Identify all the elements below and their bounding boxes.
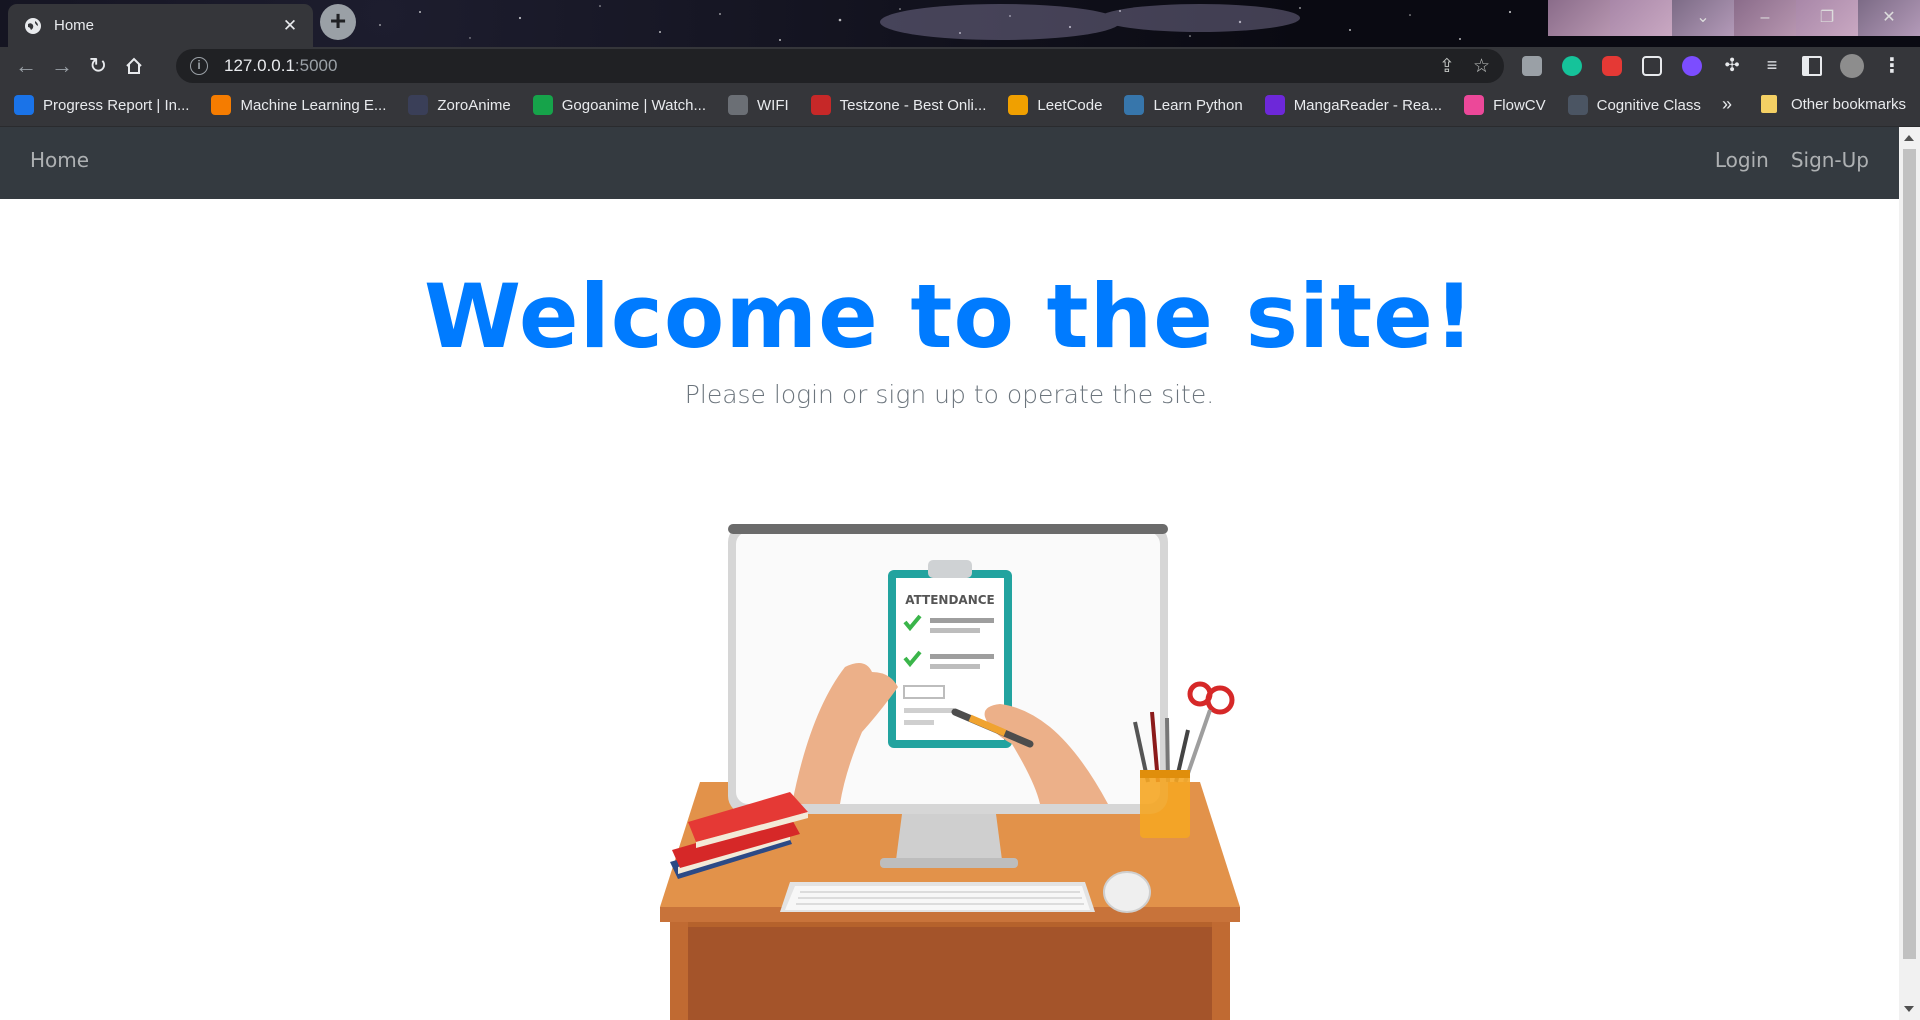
bookmark-label: FlowCV [1493, 96, 1546, 114]
close-window-icon[interactable]: ✕ [1858, 0, 1920, 36]
tab-strip: Home ✕ + ⌄ – ❐ ✕ [0, 0, 1920, 47]
nav-auth-links: Login Sign-Up [1715, 148, 1869, 172]
side-panel-icon[interactable] [1796, 50, 1828, 82]
bookmark-item[interactable]: Learn Python [1124, 95, 1243, 115]
bookmark-item[interactable]: Gogoanime | Watch... [532, 95, 706, 115]
home-icon[interactable] [116, 50, 152, 82]
bookmark-label: WIFI [757, 96, 789, 114]
url-port: :5000 [294, 56, 338, 75]
browser-toolbar: ← → ↻ i 127.0.0.1:5000 ⇪ ☆ ✣ ≡ ⋮ [0, 47, 1920, 84]
more-bookmarks-button[interactable]: » [1722, 94, 1732, 115]
minimize-icon[interactable]: – [1734, 0, 1796, 36]
close-tab-icon[interactable]: ✕ [279, 15, 301, 37]
picture-in-picture-icon[interactable] [1636, 50, 1668, 82]
page-viewport: Home Login Sign-Up Welcome to the site! … [0, 127, 1899, 1020]
nav-login-label: Login [1714, 148, 1769, 172]
tab-title: Home [54, 17, 95, 34]
bookmark-item[interactable]: Cognitive Class [1567, 95, 1701, 115]
cognitive-icon [1567, 95, 1588, 115]
bookmark-label: Testzone - Best Onli... [839, 96, 987, 114]
hero-title: Welcome to the site! [423, 265, 1476, 368]
hexagon-icon [211, 95, 232, 115]
bookmark-item[interactable]: MangaReader - Rea... [1264, 95, 1443, 115]
tab-search-icon[interactable]: ⌄ [1672, 0, 1734, 36]
other-bookmarks-label: Other bookmarks [1790, 95, 1906, 113]
bookmark-item[interactable]: FlowCV [1464, 95, 1546, 115]
folder-icon [1760, 95, 1777, 113]
other-bookmarks-button[interactable]: Other bookmarks [1760, 95, 1906, 113]
bookmark-item[interactable]: WIFI [728, 95, 789, 115]
manga-icon [1264, 95, 1285, 115]
new-tab-button[interactable]: + [320, 4, 356, 40]
bookmark-label: LeetCode [1037, 96, 1103, 114]
more-menu-icon[interactable]: ⋮ [1876, 50, 1908, 82]
block-extension-icon[interactable] [1676, 50, 1708, 82]
keyboard [780, 882, 1095, 912]
nav-home-link[interactable]: Home [30, 148, 89, 172]
bookmark-item[interactable]: ZoroAnime [408, 95, 511, 115]
bookmark-item[interactable]: Machine Learning E... [211, 95, 386, 115]
reload-icon[interactable]: ↻ [80, 50, 116, 82]
scroll-up-icon[interactable] [1904, 135, 1914, 141]
bookmark-item[interactable]: LeetCode [1008, 95, 1102, 115]
flowcv-icon [1464, 95, 1485, 115]
bookmark-label: Machine Learning E... [240, 96, 387, 114]
zoro-icon [408, 95, 429, 115]
profile-avatar-icon[interactable] [1836, 50, 1868, 82]
url-host: 127.0.0.1 [224, 56, 295, 75]
bug-icon [810, 95, 831, 115]
page-scrollbar[interactable] [1899, 127, 1920, 1020]
restore-icon[interactable]: ❐ [1796, 0, 1858, 36]
tv-icon [532, 95, 553, 115]
bookmark-label: MangaReader - Rea... [1293, 96, 1443, 114]
nav-login-link[interactable]: Login [1715, 148, 1769, 172]
is-icon [14, 95, 34, 115]
forward-icon[interactable]: → [44, 50, 80, 82]
bookmark-label: Learn Python [1153, 96, 1243, 114]
python-icon [1124, 95, 1145, 115]
bookmark-item[interactable]: Testzone - Best Onli... [810, 95, 987, 115]
bookmark-label: Cognitive Class [1596, 96, 1701, 114]
extensions-area: ✣ ≡ ⋮ [1516, 47, 1908, 84]
puzzle-icon[interactable]: ✣ [1716, 50, 1748, 82]
bookmark-label: ZoroAnime [437, 96, 511, 114]
share-icon[interactable]: ⇪ [1439, 55, 1455, 78]
address-bar[interactable]: i 127.0.0.1:5000 ⇪ ☆ [176, 49, 1504, 83]
bookmark-label: Progress Report | In... [43, 96, 190, 114]
extension-hand-icon[interactable] [1516, 50, 1548, 82]
site-info-icon[interactable]: i [190, 57, 208, 75]
globe-icon [728, 95, 748, 115]
window-controls: ⌄ – ❐ ✕ [1672, 0, 1920, 36]
scrollbar-thumb[interactable] [1903, 149, 1916, 959]
globe-icon [25, 17, 41, 34]
bookmark-star-icon[interactable]: ☆ [1473, 55, 1490, 78]
bookmark-label: Gogoanime | Watch... [561, 96, 706, 114]
back-icon[interactable]: ← [8, 50, 44, 82]
media-queue-icon[interactable]: ≡ [1756, 50, 1788, 82]
site-navbar: Home Login Sign-Up [0, 127, 1899, 199]
hero-subtitle: Please login or sign up to operate the s… [684, 380, 1215, 409]
scroll-down-icon[interactable] [1904, 1006, 1914, 1012]
bookmarks-bar: Progress Report | In... Machine Learning … [0, 84, 1920, 127]
attendance-heading: ATTENDANCE [905, 593, 995, 607]
leetcode-icon [1008, 95, 1029, 115]
bookmark-item[interactable]: Progress Report | In... [14, 95, 189, 115]
nav-signup-label: Sign-Up [1790, 148, 1869, 172]
nav-signup-link[interactable]: Sign-Up [1791, 148, 1869, 172]
browser-tab-home[interactable]: Home ✕ [8, 4, 313, 47]
mouse [1103, 871, 1151, 913]
attendance-desk-illustration: ATTENDANCE [660, 524, 1240, 1020]
grammarly-icon[interactable] [1556, 50, 1588, 82]
stop-hand-icon[interactable] [1596, 50, 1628, 82]
